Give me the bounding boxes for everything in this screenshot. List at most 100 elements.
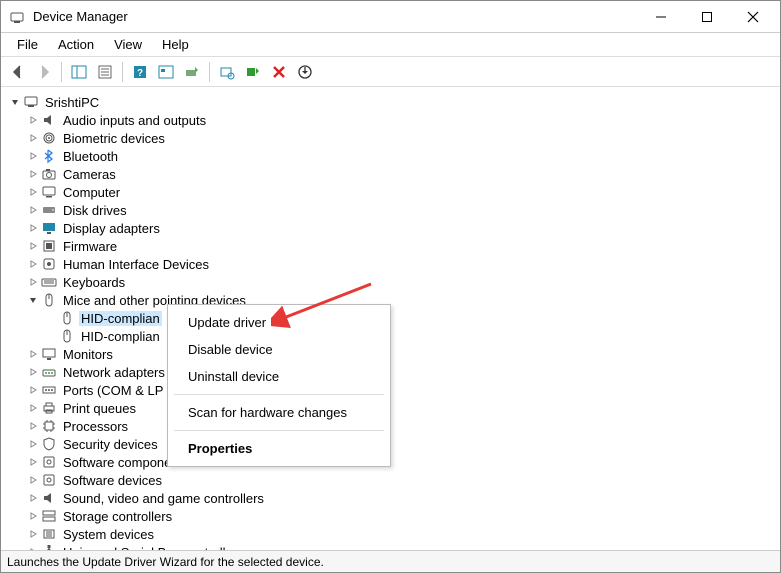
chevron-right-icon[interactable] <box>27 546 39 550</box>
chevron-right-icon[interactable] <box>27 258 39 270</box>
system-icon <box>41 526 57 542</box>
chevron-right-icon[interactable] <box>27 366 39 378</box>
chevron-right-icon[interactable] <box>27 132 39 144</box>
mouse-icon <box>41 292 57 308</box>
tree-node-label[interactable]: Cameras <box>61 167 118 182</box>
storage-icon <box>41 508 57 524</box>
chevron-right-icon[interactable] <box>27 348 39 360</box>
close-button[interactable] <box>730 1 776 33</box>
tree-leaf-label[interactable]: HID-complian <box>79 329 162 344</box>
menu-help[interactable]: Help <box>152 35 199 54</box>
tree-node-label[interactable]: Computer <box>61 185 122 200</box>
tree-leaf-label[interactable]: HID-complian <box>79 311 162 326</box>
status-text: Launches the Update Driver Wizard for th… <box>7 555 324 569</box>
context-menu-item[interactable]: Uninstall device <box>168 363 390 390</box>
forward-button[interactable] <box>33 61 55 83</box>
tree-node-label[interactable]: Processors <box>61 419 130 434</box>
context-menu-separator <box>174 430 384 431</box>
context-menu-item[interactable]: Properties <box>168 435 390 462</box>
root-node-label[interactable]: SrishtiPC <box>43 95 101 110</box>
chevron-right-icon[interactable] <box>27 438 39 450</box>
properties-button[interactable] <box>94 61 116 83</box>
printer-icon <box>41 400 57 416</box>
context-menu-item[interactable]: Update driver <box>168 309 390 336</box>
context-menu-separator <box>174 394 384 395</box>
tree-node-label[interactable]: Ports (COM & LP <box>61 383 165 398</box>
computer-icon <box>41 184 57 200</box>
tree-node-label[interactable]: Disk drives <box>61 203 129 218</box>
context-menu-item[interactable]: Scan for hardware changes <box>168 399 390 426</box>
chevron-right-icon[interactable] <box>27 222 39 234</box>
action-button[interactable] <box>155 61 177 83</box>
display-icon <box>41 220 57 236</box>
tree-node-label[interactable]: System devices <box>61 527 156 542</box>
tree-node-label[interactable]: Monitors <box>61 347 115 362</box>
tree-node-label[interactable]: Audio inputs and outputs <box>61 113 208 128</box>
device-tree[interactable]: SrishtiPC Audio inputs and outputs Biometr… <box>1 87 780 550</box>
chevron-right-icon[interactable] <box>27 384 39 396</box>
chevron-down-icon[interactable] <box>27 294 39 306</box>
port-icon <box>41 382 57 398</box>
tree-node-label[interactable]: Sound, video and game controllers <box>61 491 266 506</box>
tree-node-label[interactable]: Biometric devices <box>61 131 167 146</box>
chevron-right-icon[interactable] <box>27 150 39 162</box>
software-icon <box>41 472 57 488</box>
chevron-right-icon[interactable] <box>27 402 39 414</box>
chevron-right-icon[interactable] <box>27 276 39 288</box>
chevron-right-icon[interactable] <box>27 186 39 198</box>
keyboard-icon <box>41 274 57 290</box>
disable-device-button[interactable] <box>294 61 316 83</box>
help-button[interactable]: ? <box>129 61 151 83</box>
back-button[interactable] <box>7 61 29 83</box>
camera-icon <box>41 166 57 182</box>
chevron-right-icon[interactable] <box>27 240 39 252</box>
computer-icon <box>23 94 39 110</box>
window-title: Device Manager <box>33 9 128 24</box>
tree-node-label[interactable]: Firmware <box>61 239 119 254</box>
tree-node-label[interactable]: Print queues <box>61 401 138 416</box>
app-icon <box>9 9 25 25</box>
add-legacy-hardware-button[interactable] <box>242 61 264 83</box>
chevron-right-icon[interactable] <box>27 474 39 486</box>
menu-view[interactable]: View <box>104 35 152 54</box>
scan-hardware-button[interactable] <box>216 61 238 83</box>
tree-node-label[interactable]: Storage controllers <box>61 509 174 524</box>
software-icon <box>41 454 57 470</box>
chevron-right-icon[interactable] <box>27 204 39 216</box>
mouse-icon <box>59 310 75 326</box>
fingerprint-icon <box>41 130 57 146</box>
context-menu: Update driverDisable deviceUninstall dev… <box>167 304 391 467</box>
chevron-down-icon[interactable] <box>9 96 21 108</box>
chevron-right-icon[interactable] <box>27 528 39 540</box>
security-icon <box>41 436 57 452</box>
disk-icon <box>41 202 57 218</box>
tree-node-label[interactable]: Bluetooth <box>61 149 120 164</box>
cpu-icon <box>41 418 57 434</box>
show-hide-console-tree-button[interactable] <box>68 61 90 83</box>
tree-node-label[interactable]: Human Interface Devices <box>61 257 211 272</box>
tree-node-label[interactable]: Security devices <box>61 437 160 452</box>
speaker-icon <box>41 490 57 506</box>
chevron-right-icon[interactable] <box>27 420 39 432</box>
hid-icon <box>41 256 57 272</box>
mouse-icon <box>59 328 75 344</box>
chevron-right-icon[interactable] <box>27 492 39 504</box>
chevron-right-icon[interactable] <box>27 456 39 468</box>
tree-node-label[interactable]: Network adapters <box>61 365 167 380</box>
chevron-right-icon[interactable] <box>27 168 39 180</box>
minimize-button[interactable] <box>638 1 684 33</box>
chevron-right-icon[interactable] <box>27 510 39 522</box>
chevron-right-icon[interactable] <box>27 114 39 126</box>
bluetooth-icon <box>41 148 57 164</box>
usb-icon <box>41 544 57 550</box>
tree-node-label[interactable]: Software devices <box>61 473 164 488</box>
update-driver-button[interactable] <box>181 61 203 83</box>
tree-node-label[interactable]: Keyboards <box>61 275 127 290</box>
uninstall-device-button[interactable] <box>268 61 290 83</box>
menu-file[interactable]: File <box>7 35 48 54</box>
context-menu-item[interactable]: Disable device <box>168 336 390 363</box>
menu-action[interactable]: Action <box>48 35 104 54</box>
tree-node-label[interactable]: Display adapters <box>61 221 162 236</box>
tree-node-label[interactable]: Universal Serial Bus controllers <box>61 545 246 551</box>
maximize-button[interactable] <box>684 1 730 33</box>
